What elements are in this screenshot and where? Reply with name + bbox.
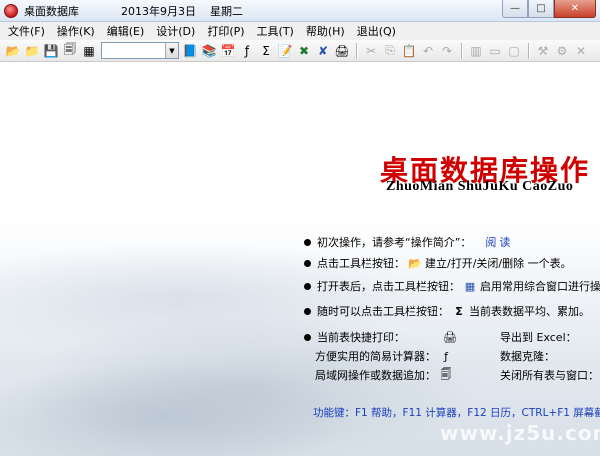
instruction-text: 点击工具栏按钮： [317,257,405,270]
title-date: 2013年9月3日 [121,4,196,18]
menu-file[interactable]: 文件(F) [2,23,51,39]
title-weekday: 星期二 [210,4,243,18]
menu-design[interactable]: 设计(D) [150,23,201,39]
open-folder-icon[interactable]: 📂 [408,257,422,270]
printer-icon[interactable]: 🖨 [443,331,457,344]
title-bar: 桌面数据库 2013年9月3日 星期二 — □ ✕ [0,0,600,22]
maximize-button[interactable]: □ [528,0,554,18]
chevron-down-icon[interactable]: ▼ [165,43,178,58]
printer-icon[interactable]: 🖨 [333,42,351,60]
bullet [304,282,311,290]
save-icon[interactable]: 💾 [42,42,60,60]
instruction-row: 局域网操作或数据追加： 🗐 [315,367,456,383]
menu-help[interactable]: 帮助(H) [300,23,351,39]
table-grid-icon[interactable]: ▦ [463,280,477,293]
export-excel-label: 导出到 Excel： [500,331,577,344]
tools-icon[interactable]: ⚒ [534,42,552,60]
instruction-text: 局域网操作或数据追加： [315,369,436,382]
read-link[interactable]: 阅读 [485,234,513,250]
instruction-row: 打开表后，点击工具栏按钮： ▦ 启用常用综合窗口进行操作。 [304,278,600,294]
watermark: www.jz5u.com [440,421,600,445]
copy-pages-icon[interactable]: 🗐 [439,368,453,382]
instruction-row: 初次操作，请参考“操作简介”： 阅读 [304,234,513,250]
instruction-text: 初次操作，请参考“操作简介”： [317,236,472,249]
instruction-text: 方便实用的简易计算器： [315,350,436,363]
data-clone-label: 数据克隆： [500,350,555,363]
stack-books-icon[interactable]: 📚 [200,42,218,60]
menu-operate[interactable]: 操作(K) [51,23,101,39]
book-icon[interactable]: 📘 [181,42,199,60]
window2-icon[interactable]: ▢ [505,42,523,60]
instruction-text: 启用常用综合窗口进行操作。 [480,280,600,293]
main-subtitle: ZhuoMian ShuJuKu CaoZuo [386,179,574,194]
instruction-row: 当前表快捷打印： 🖨 [304,329,460,345]
instruction-text: 打开表后，点击工具栏按钮： [317,280,460,293]
window-icon[interactable]: ▭ [486,42,504,60]
window-title: 桌面数据库 [24,4,79,18]
minimize-button[interactable]: — [502,0,528,18]
gear-icon[interactable]: ⚙ [553,42,571,60]
scissors-icon[interactable]: ✂ [362,42,380,60]
table-grid-icon[interactable]: ▦ [80,42,98,60]
main-area: 桌面数据库操作 ZhuoMian ShuJuKu CaoZuo 初次操作，请参考… [0,63,600,456]
bullet [304,238,311,246]
instruction-row: 点击工具栏按钮： 📂 建立/打开/关闭/删除 一个表。 [304,255,572,271]
sigma-icon[interactable]: Σ [257,42,275,60]
menu-edit[interactable]: 编辑(E) [101,23,151,39]
instruction-text: 当前表快捷打印： [317,331,405,344]
folder-icon[interactable]: 📁 [23,42,41,60]
window-controls: — □ ✕ [502,0,596,18]
copy-icon[interactable]: ⎘ [381,42,399,60]
bullet [304,259,311,267]
toolbar-separator [356,42,358,59]
bullet [304,307,311,315]
delete-x-icon[interactable]: ✘ [314,42,332,60]
function-keys-hint: 功能键：F1 帮助，F11 计算器，F12 日历，CTRL+F1 屏幕截图。运 [313,407,600,419]
function-fx-icon[interactable]: ƒ [439,350,453,363]
menu-bar: 文件(F) 操作(K) 编辑(E) 设计(D) 打印(P) 工具(T) 帮助(H… [0,22,600,40]
menu-exit[interactable]: 退出(Q) [351,23,402,39]
menu-print[interactable]: 打印(P) [201,23,250,39]
paste-icon[interactable]: 📋 [400,42,418,60]
columns-icon[interactable]: ▥ [467,42,485,60]
close-all-label: 关闭所有表与窗口： [500,369,599,382]
toolbar-separator [528,42,530,59]
excel-x-icon[interactable]: ✖ [295,42,313,60]
close-icon[interactable]: ✕ [572,42,590,60]
function-fx-icon[interactable]: ƒ [238,42,256,60]
calendar-icon[interactable]: 📅 [219,42,237,60]
instruction-row: 随时可以点击工具栏按钮： Σ 当前表数据平均、累加。 [304,303,590,319]
bullet [304,333,311,341]
instruction-text: 当前表数据平均、累加。 [469,305,590,318]
app-logo-icon [4,3,18,18]
sigma-icon[interactable]: Σ [452,305,466,318]
instruction-row: 方便实用的简易计算器： ƒ [315,348,456,364]
table-select[interactable]: ▼ [101,42,179,59]
undo-icon[interactable]: ↶ [419,42,437,60]
edit-doc-icon[interactable]: 📝 [276,42,294,60]
instruction-text: 随时可以点击工具栏按钮： [317,305,449,318]
menu-tools[interactable]: 工具(T) [251,23,300,39]
toolbar-separator [461,42,463,59]
redo-icon[interactable]: ↷ [438,42,456,60]
copy-pages-icon[interactable]: 🗐 [61,42,79,60]
toolbar: 📂 📁 💾 🗐 ▦ ▼ 📘 📚 📅 ƒ Σ 📝 ✖ ✘ 🖨 ✂ ⎘ 📋 ↶ ↷ … [0,40,600,62]
close-button[interactable]: ✕ [554,0,596,18]
open-folder-icon[interactable]: 📂 [4,42,22,60]
instruction-text: 建立/打开/关闭/删除 一个表。 [425,257,572,270]
